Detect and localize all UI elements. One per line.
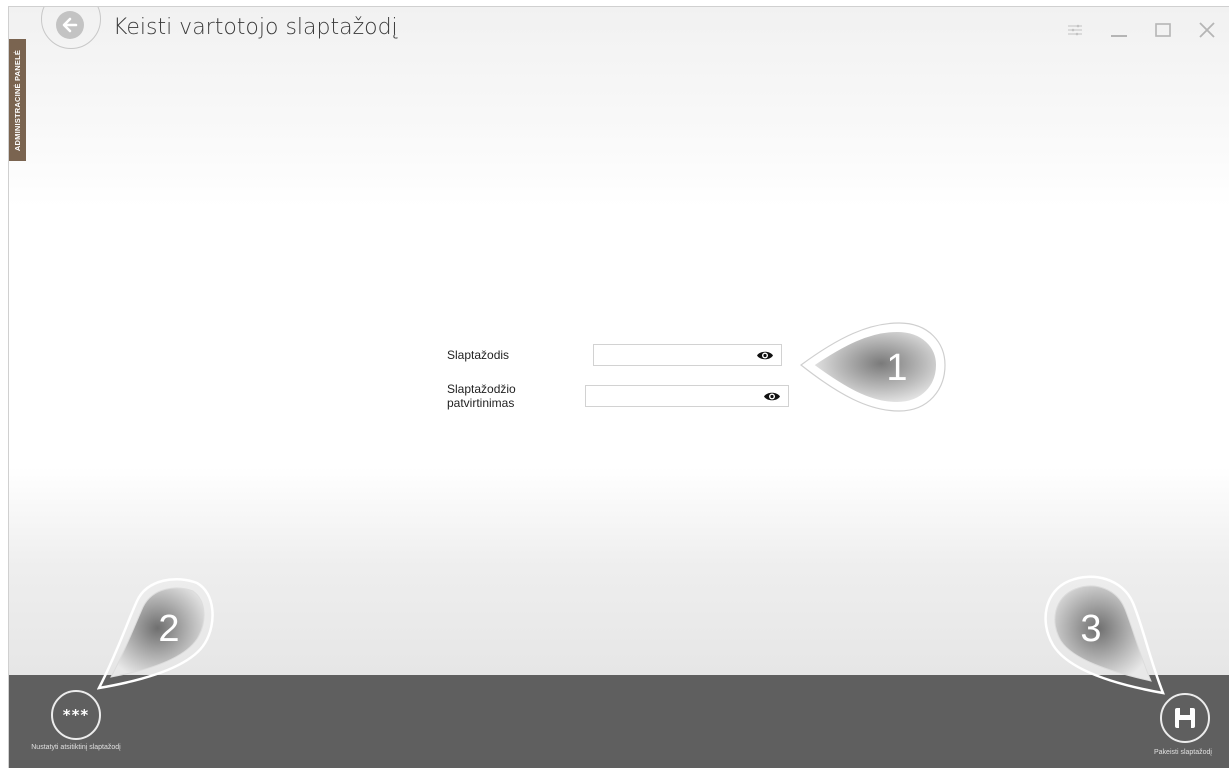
page-title: Keisti vartotojo slaptažodį xyxy=(113,15,398,40)
confirm-password-row: Slaptažodžio patvirtinimas xyxy=(447,382,789,410)
callout-3-number: 3 xyxy=(1080,608,1101,650)
admin-panel-tab-label: ADMINISTRACINĖ PANELĖ xyxy=(13,49,22,151)
save-password-button[interactable] xyxy=(1160,693,1210,743)
minimize-icon[interactable] xyxy=(1106,17,1132,43)
password-label: Slaptažodis xyxy=(447,348,510,362)
generate-password-button[interactable]: *** xyxy=(51,690,101,740)
maximize-icon[interactable] xyxy=(1150,17,1176,43)
show-confirm-password-icon[interactable] xyxy=(763,390,781,403)
callout-2-number: 2 xyxy=(158,608,179,650)
password-row: Slaptažodis xyxy=(447,344,782,366)
callout-1: 1 xyxy=(800,322,946,412)
window-controls xyxy=(1062,17,1220,43)
generate-password-label: Nustatyti atsitiktinį slaptažodį xyxy=(31,744,121,751)
admin-panel-tab[interactable]: ADMINISTRACINĖ PANELĖ xyxy=(9,39,26,161)
back-arrow-icon xyxy=(56,11,84,39)
confirm-password-input[interactable] xyxy=(590,387,744,407)
show-password-icon[interactable] xyxy=(756,349,774,362)
app-window: ADMINISTRACINĖ PANELĖ Keisti vartotojo s… xyxy=(8,6,1229,768)
callout-3: 3 xyxy=(1044,575,1165,695)
password-input[interactable] xyxy=(598,346,752,366)
callout-2: 2 xyxy=(97,577,214,690)
back-button[interactable] xyxy=(41,7,101,49)
close-icon[interactable] xyxy=(1194,17,1220,43)
confirm-password-label: Slaptažodžio patvirtinimas xyxy=(447,382,516,410)
asterisks-icon: *** xyxy=(62,706,90,724)
settings-icon[interactable] xyxy=(1062,17,1088,43)
save-icon xyxy=(1175,708,1195,728)
save-password-label: Pakeisti slaptažodį xyxy=(1154,749,1212,756)
callout-1-number: 1 xyxy=(886,347,907,389)
confirm-password-field[interactable] xyxy=(585,385,789,407)
password-field[interactable] xyxy=(593,344,782,366)
